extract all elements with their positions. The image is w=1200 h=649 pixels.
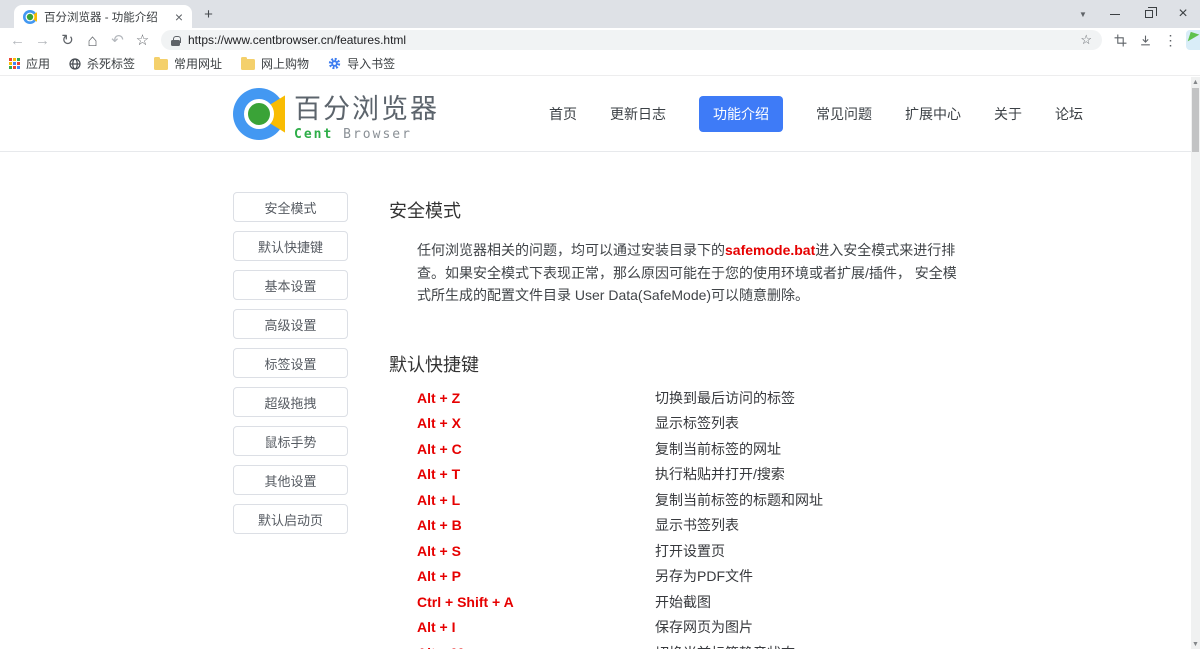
- shortcut-row: Alt + T执行粘贴并打开/搜索: [417, 467, 964, 481]
- screenshot-crop-icon[interactable]: [1108, 29, 1133, 51]
- shortcut-row: Alt + S打开设置页: [417, 544, 964, 558]
- shortcut-row: Alt + X显示标签列表: [417, 416, 964, 430]
- new-tab-button[interactable]: +: [200, 6, 217, 23]
- shortcut-row: Alt + P另存为PDF文件: [417, 569, 964, 583]
- shortcut-row: Alt + L复制当前标签的标题和网址: [417, 493, 964, 507]
- extension-icon[interactable]: [1186, 30, 1200, 50]
- bookmark-import[interactable]: 导入书签: [328, 55, 395, 72]
- nav-home[interactable]: 首页: [549, 104, 577, 124]
- shortcut-row: Alt + I保存网页为图片: [417, 620, 964, 634]
- sidebar-item-other-settings[interactable]: 其他设置: [233, 465, 348, 495]
- title-bar: 百分浏览器 - 功能介绍 × + ▼ ×: [0, 0, 1200, 28]
- bookmark-label: 网上购物: [261, 55, 309, 72]
- bookmark-apps[interactable]: 应用: [9, 55, 50, 72]
- bookmark-common-sites[interactable]: 常用网址: [154, 55, 222, 72]
- bookmarks-bar: 应用 杀死标签 常用网址 网上购物 导入书签: [0, 52, 1200, 76]
- reload-icon[interactable]: ↻: [55, 29, 80, 51]
- tab-menu-caret-icon[interactable]: ▼: [1068, 0, 1098, 28]
- page-content: 百分浏览器 Cent Browser 首页 更新日志 功能介绍 常见问题 扩展中…: [0, 77, 1191, 649]
- shortcut-row: Ctrl + Shift + A开始截图: [417, 595, 964, 609]
- sidebar-item-super-drag[interactable]: 超级拖拽: [233, 387, 348, 417]
- section-title-shortcuts: 默认快捷键: [389, 351, 964, 377]
- favorites-star-icon[interactable]: ☆: [130, 29, 155, 51]
- sidebar-item-safe-mode[interactable]: 安全模式: [233, 192, 348, 222]
- scrollbar-thumb[interactable]: [1192, 88, 1199, 152]
- nav-extensions[interactable]: 扩展中心: [905, 104, 961, 124]
- bookmark-shopping[interactable]: 网上购物: [241, 55, 309, 72]
- tab-close-icon[interactable]: ×: [175, 10, 183, 24]
- sidebar-item-startup-page[interactable]: 默认启动页: [233, 504, 348, 534]
- shortcut-list: Alt + Z切换到最后访问的标签 Alt + X显示标签列表 Alt + C复…: [417, 391, 964, 649]
- sidebar-item-tab-settings[interactable]: 标签设置: [233, 348, 348, 378]
- nav-about[interactable]: 关于: [994, 104, 1022, 124]
- scroll-down-icon[interactable]: ▼: [1191, 639, 1200, 649]
- menu-dots-icon[interactable]: ⋮: [1158, 29, 1183, 51]
- sidebar-item-advanced-settings[interactable]: 高级设置: [233, 309, 348, 339]
- safemode-bat-highlight: safemode.bat: [725, 242, 815, 258]
- address-bar[interactable]: https://www.centbrowser.cn/features.html…: [161, 30, 1102, 50]
- safe-mode-paragraph: 任何浏览器相关的问题，均可以通过安装目录下的safemode.bat进入安全模式…: [417, 239, 962, 307]
- brand-name-zh: 百分浏览器: [294, 87, 439, 126]
- main-nav: 首页 更新日志 功能介绍 常见问题 扩展中心 关于 论坛: [549, 96, 1083, 132]
- sidebar-item-shortcuts[interactable]: 默认快捷键: [233, 231, 348, 261]
- lock-icon[interactable]: [171, 36, 180, 46]
- globe-icon: [69, 58, 81, 70]
- folder-icon: [241, 59, 255, 70]
- nav-faq[interactable]: 常见问题: [816, 104, 872, 124]
- feature-main: 安全模式 任何浏览器相关的问题，均可以通过安装目录下的safemode.bat进…: [389, 192, 964, 649]
- nav-features[interactable]: 功能介绍: [699, 96, 783, 132]
- url-text[interactable]: https://www.centbrowser.cn/features.html: [188, 33, 406, 47]
- site-header: 百分浏览器 Cent Browser 首页 更新日志 功能介绍 常见问题 扩展中…: [0, 77, 1191, 152]
- shortcut-row: Alt + Z切换到最后访问的标签: [417, 391, 964, 405]
- shortcut-row: Alt + C复制当前标签的网址: [417, 442, 964, 456]
- bookmark-label: 应用: [26, 55, 50, 72]
- window-close-icon[interactable]: ×: [1166, 0, 1200, 28]
- bookmark-star-icon[interactable]: ☆: [1080, 32, 1092, 48]
- bookmark-label: 导入书签: [347, 55, 395, 72]
- page-scrollbar[interactable]: ▲ ▼: [1191, 77, 1200, 649]
- bookmark-kill-tab[interactable]: 杀死标签: [69, 55, 135, 72]
- minimize-icon[interactable]: [1098, 0, 1132, 28]
- cent-favicon: [23, 10, 37, 24]
- section-title-safe-mode: 安全模式: [389, 197, 964, 223]
- browser-tab[interactable]: 百分浏览器 - 功能介绍 ×: [14, 5, 192, 28]
- browser-toolbar: ← → ↻ ⌂ ↶ ☆ https://www.centbrowser.cn/f…: [0, 28, 1200, 52]
- shortcut-row: Alt + M切换当前标签静音状态: [417, 646, 964, 649]
- bookmark-label: 杀死标签: [87, 55, 135, 72]
- feature-sidebar: 安全模式 默认快捷键 基本设置 高级设置 标签设置 超级拖拽 鼠标手势 其他设置…: [233, 192, 348, 534]
- nav-changelog[interactable]: 更新日志: [610, 104, 666, 124]
- forward-icon[interactable]: →: [30, 29, 55, 51]
- gear-icon: [328, 57, 341, 70]
- folder-icon: [154, 59, 168, 70]
- bookmark-label: 常用网址: [174, 55, 222, 72]
- home-icon[interactable]: ⌂: [80, 29, 105, 51]
- undo-close-tab-icon[interactable]: ↶: [105, 29, 130, 51]
- tab-title: 百分浏览器 - 功能介绍: [44, 9, 168, 25]
- back-icon[interactable]: ←: [5, 29, 30, 51]
- nav-forum[interactable]: 论坛: [1055, 104, 1083, 124]
- cent-browser-logo[interactable]: 百分浏览器 Cent Browser: [233, 87, 439, 142]
- sidebar-item-basic-settings[interactable]: 基本设置: [233, 270, 348, 300]
- sidebar-item-mouse-gestures[interactable]: 鼠标手势: [233, 426, 348, 456]
- scroll-up-icon[interactable]: ▲: [1191, 77, 1200, 87]
- apps-grid-icon: [9, 58, 20, 69]
- restore-icon[interactable]: [1132, 0, 1166, 28]
- shortcut-row: Alt + B显示书签列表: [417, 518, 964, 532]
- download-icon[interactable]: [1133, 29, 1158, 51]
- cent-logo-icon: [233, 88, 285, 140]
- brand-name-en: Cent Browser: [294, 127, 439, 142]
